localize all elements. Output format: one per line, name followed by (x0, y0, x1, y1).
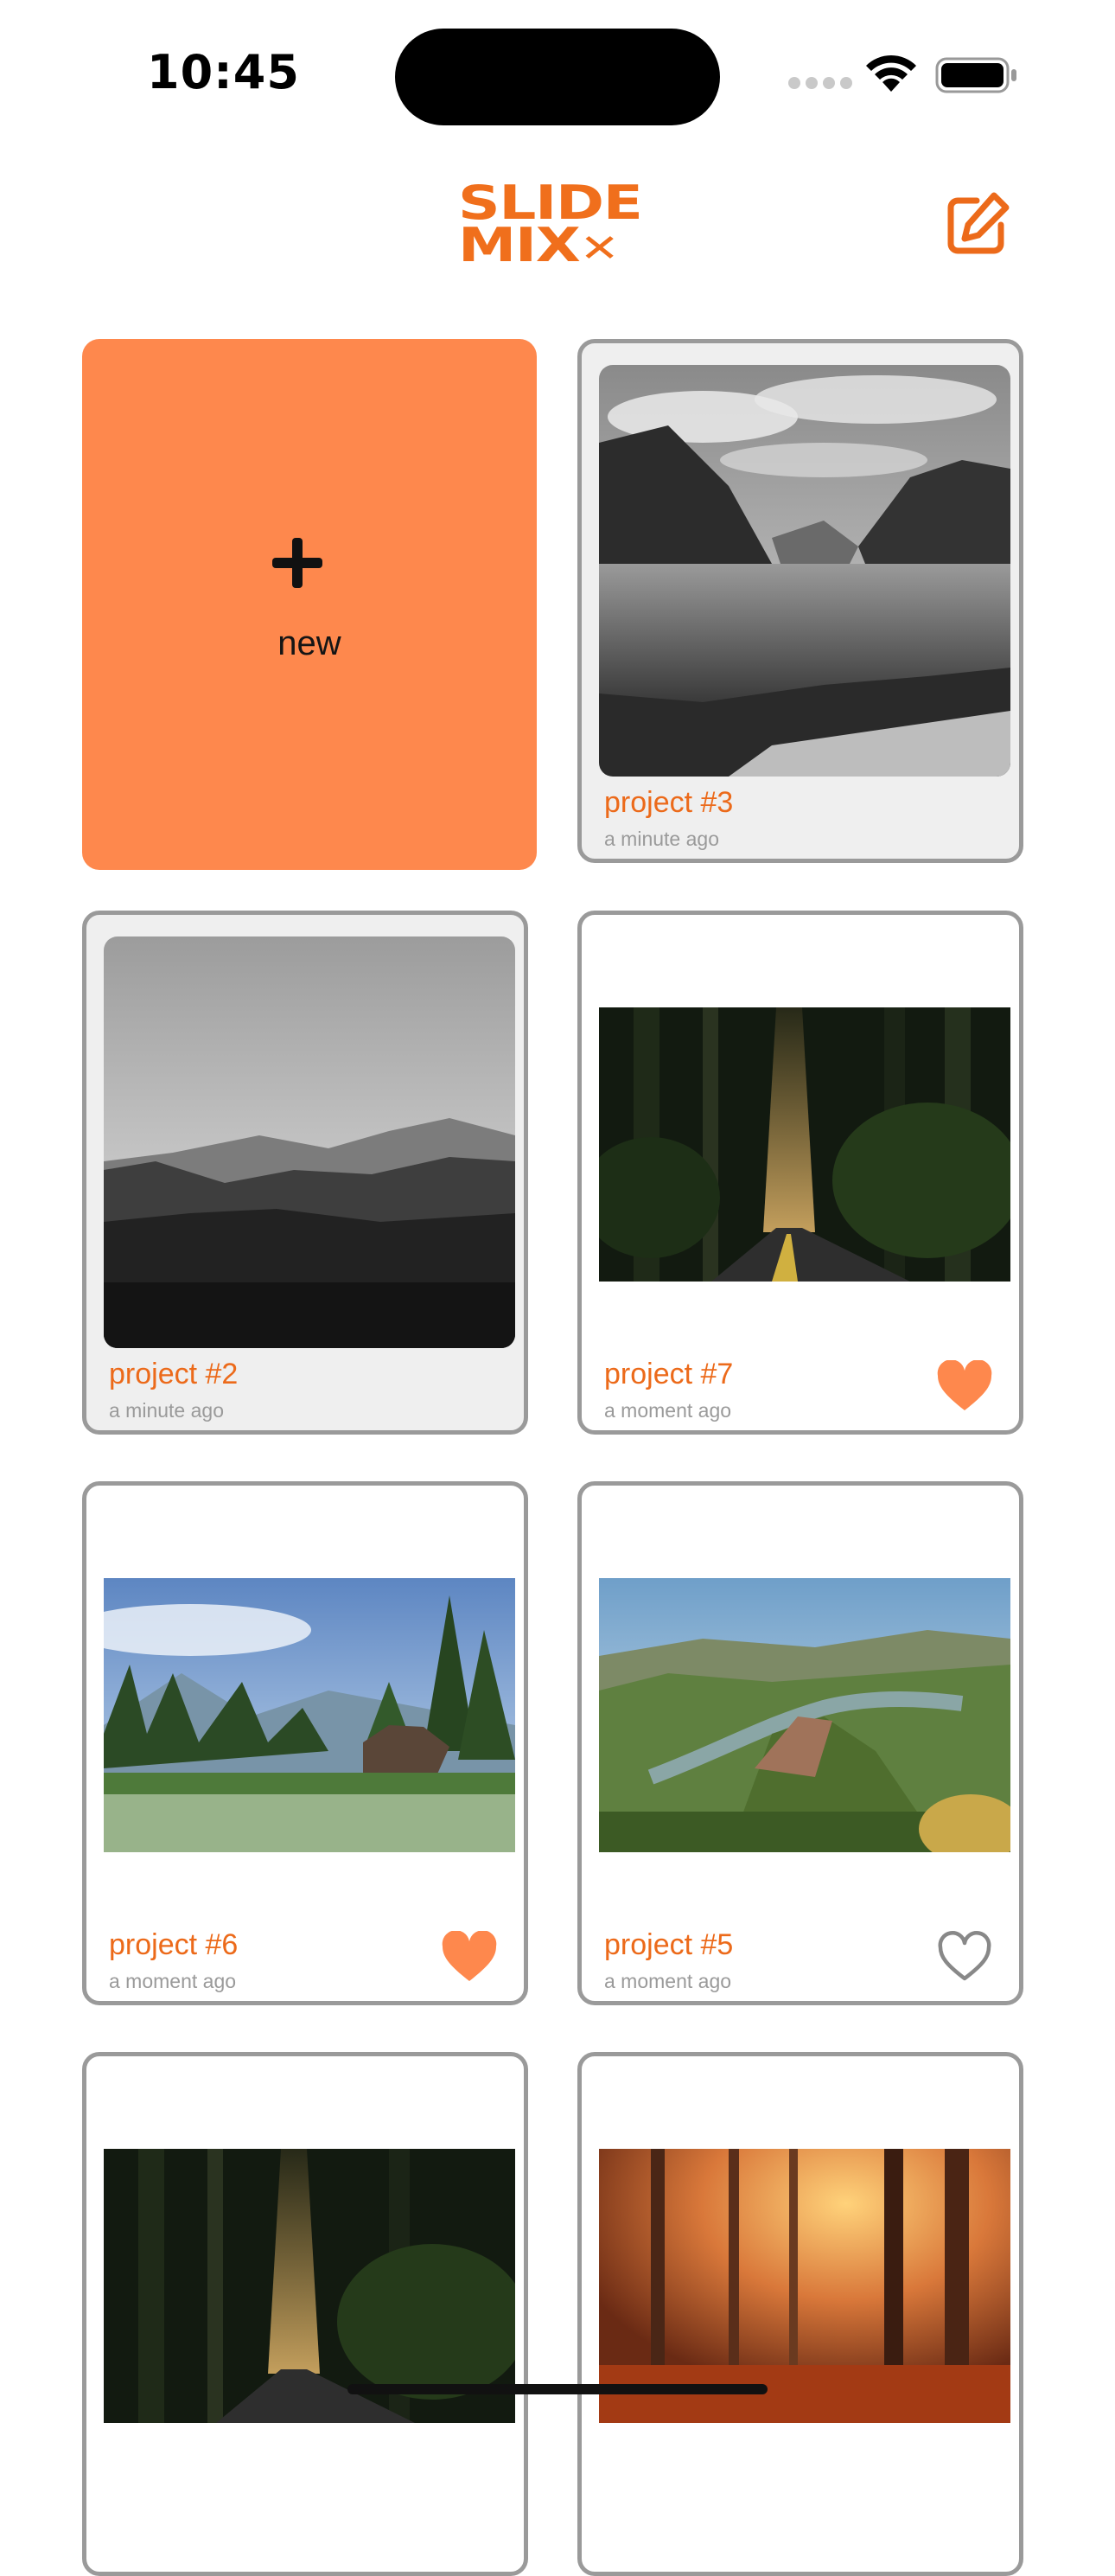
new-project-label: new (277, 624, 341, 662)
cellular-signal-icon (788, 77, 857, 93)
project-thumbnail (599, 1578, 1010, 1852)
project-card[interactable]: project #2 a minute ago (82, 911, 528, 1435)
battery-icon (935, 57, 1016, 93)
project-thumbnail (599, 2149, 1010, 2423)
status-bar: 10:45 (0, 0, 1115, 138)
project-card[interactable] (82, 2052, 528, 2576)
app-header: SLIDE MIX✕ (0, 164, 1115, 294)
plus-icon (272, 538, 322, 588)
project-card[interactable] (577, 2052, 1023, 2576)
project-timestamp: a moment ago (604, 1970, 732, 1992)
project-thumbnail (104, 936, 515, 1348)
project-card[interactable]: project #3 a minute ago (577, 339, 1023, 863)
dynamic-island (395, 29, 720, 125)
project-thumbnail (104, 1578, 515, 1852)
logo-line-2: MIX✕ (458, 222, 707, 271)
heart-filled-icon[interactable] (936, 1360, 993, 1412)
heart-filled-icon[interactable] (441, 1931, 498, 1983)
logo-line-2-text: MIX (458, 218, 581, 272)
project-title: project #3 (604, 786, 734, 819)
project-title: project #6 (109, 1928, 239, 1961)
project-thumbnail (599, 1007, 1010, 1282)
project-title: project #7 (604, 1358, 734, 1390)
project-timestamp: a minute ago (109, 1399, 224, 1422)
wifi-icon (866, 54, 916, 92)
edit-icon[interactable] (942, 190, 1011, 259)
project-timestamp: a moment ago (109, 1970, 237, 1992)
logo-suffix: ✕ (579, 227, 620, 271)
project-thumbnail (599, 365, 1010, 777)
project-timestamp: a moment ago (604, 1399, 732, 1422)
home-indicator (347, 2384, 768, 2394)
new-project-button[interactable]: new (82, 339, 537, 870)
heart-outline-icon[interactable] (936, 1931, 993, 1983)
slidemix-logo: SLIDE MIX✕ (458, 180, 657, 277)
project-card[interactable]: project #6 a moment ago (82, 1481, 528, 2005)
project-title: project #2 (109, 1358, 239, 1390)
status-time: 10:45 (147, 45, 300, 99)
project-card[interactable]: project #7 a moment ago (577, 911, 1023, 1435)
project-thumbnail (104, 2149, 515, 2423)
project-title: project #5 (604, 1928, 734, 1961)
project-timestamp: a minute ago (604, 828, 719, 850)
project-card[interactable]: project #5 a moment ago (577, 1481, 1023, 2005)
